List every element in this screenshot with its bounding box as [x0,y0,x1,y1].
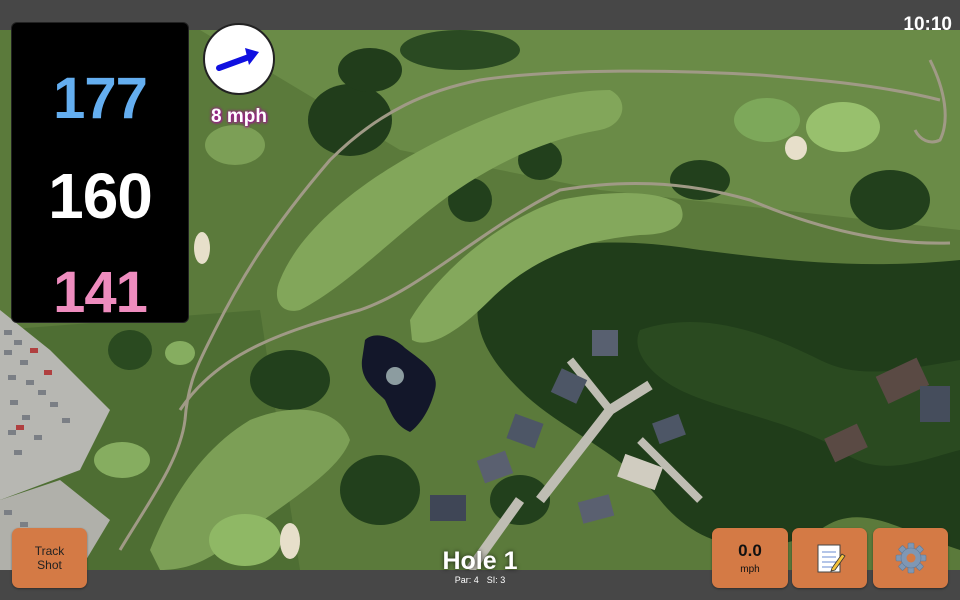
wind-indicator[interactable] [203,23,275,95]
hole-par: Par: 4 [454,575,479,585]
yardage-panel: 177 160 141 [11,22,189,323]
wind-speed: 8 mph [211,106,267,127]
back-yardage: 177 [53,66,148,131]
front-yardage: 141 [53,260,148,325]
speed-value: 0.0 [738,541,762,560]
hole-title: Hole 1 [442,547,518,575]
speed-button[interactable]: 0.0 mph [712,528,788,588]
wind-direction-arrow-icon [216,48,259,71]
middle-yardage: 160 [48,160,153,232]
settings-button[interactable] [873,528,948,588]
notes-button[interactable] [792,528,867,588]
hole-si: SI: 3 [486,575,506,585]
hole-info: Hole 1 Par: 4 SI: 3 [410,548,550,586]
hole-details: Par: 4 SI: 3 [410,574,550,586]
track-shot-label-line1: Track [34,544,65,558]
track-shot-label-line2: Shot [37,558,62,572]
gear-icon [895,542,926,574]
notepad-icon [817,544,846,573]
speed-unit: mph [740,564,760,575]
track-shot-button[interactable]: Track Shot [12,528,87,588]
status-time: 10:10 [903,14,952,35]
